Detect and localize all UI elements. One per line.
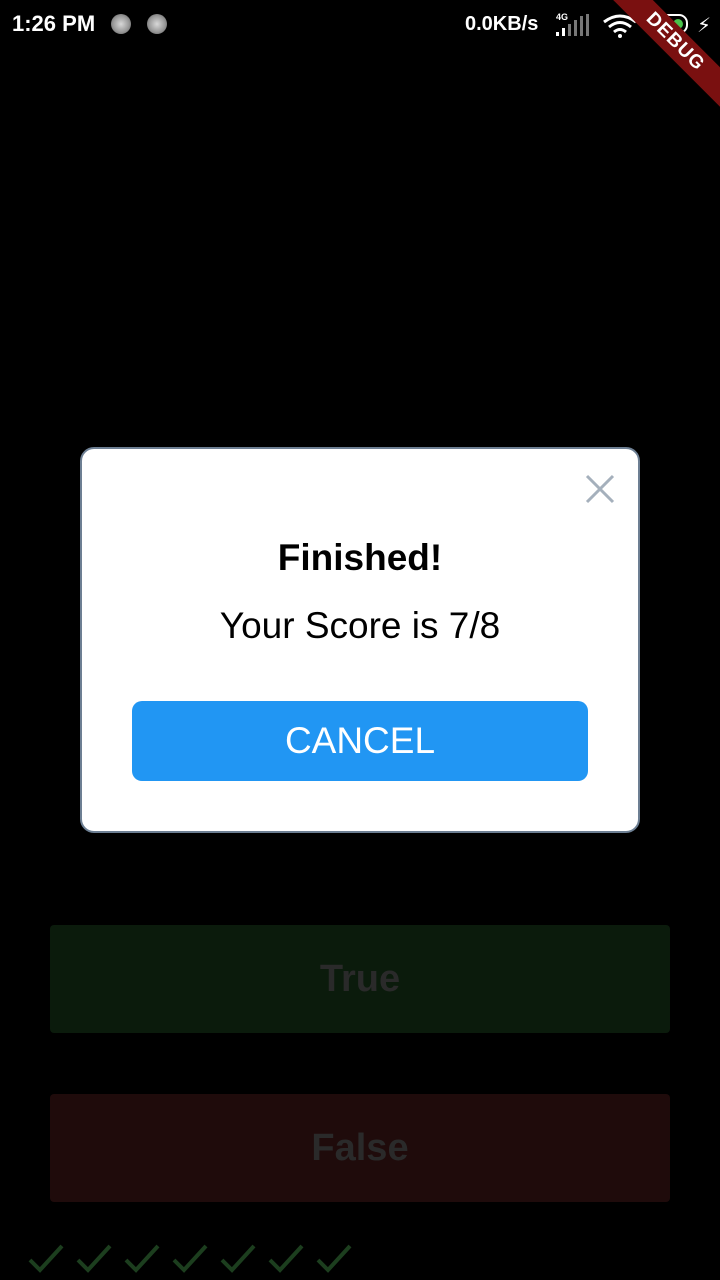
score-dialog: Finished! Your Score is 7/8 CANCEL [80, 447, 640, 833]
notification-icon [111, 14, 131, 34]
dialog-title: Finished! [277, 537, 443, 578]
check-icon [268, 1244, 304, 1273]
check-icon [172, 1244, 208, 1273]
debug-banner: DEBUG [600, 0, 720, 120]
check-icon [76, 1244, 112, 1273]
status-time: 1:26 PM [12, 11, 96, 36]
check-icon [124, 1244, 160, 1273]
score-keeper [24, 1238, 360, 1278]
true-button-label: True [319, 957, 401, 1000]
notification-icon [147, 14, 167, 34]
signal-icon: 4G [554, 12, 594, 43]
false-button[interactable]: False [50, 1094, 670, 1202]
network-speed: 0.0KB/s [465, 13, 539, 35]
false-button-label: False [311, 1126, 409, 1169]
cancel-button-label: CANCEL [284, 720, 436, 761]
check-icon [316, 1244, 352, 1273]
dialog-description: Your Score is 7/8 [219, 605, 501, 646]
true-button[interactable]: True [50, 925, 670, 1033]
cancel-button[interactable]: CANCEL [132, 701, 588, 781]
network-type-label: 4G [556, 12, 568, 22]
close-icon[interactable] [582, 471, 618, 507]
check-icon [28, 1244, 64, 1273]
check-icon [220, 1244, 256, 1273]
debug-label: DEBUG [604, 0, 720, 113]
